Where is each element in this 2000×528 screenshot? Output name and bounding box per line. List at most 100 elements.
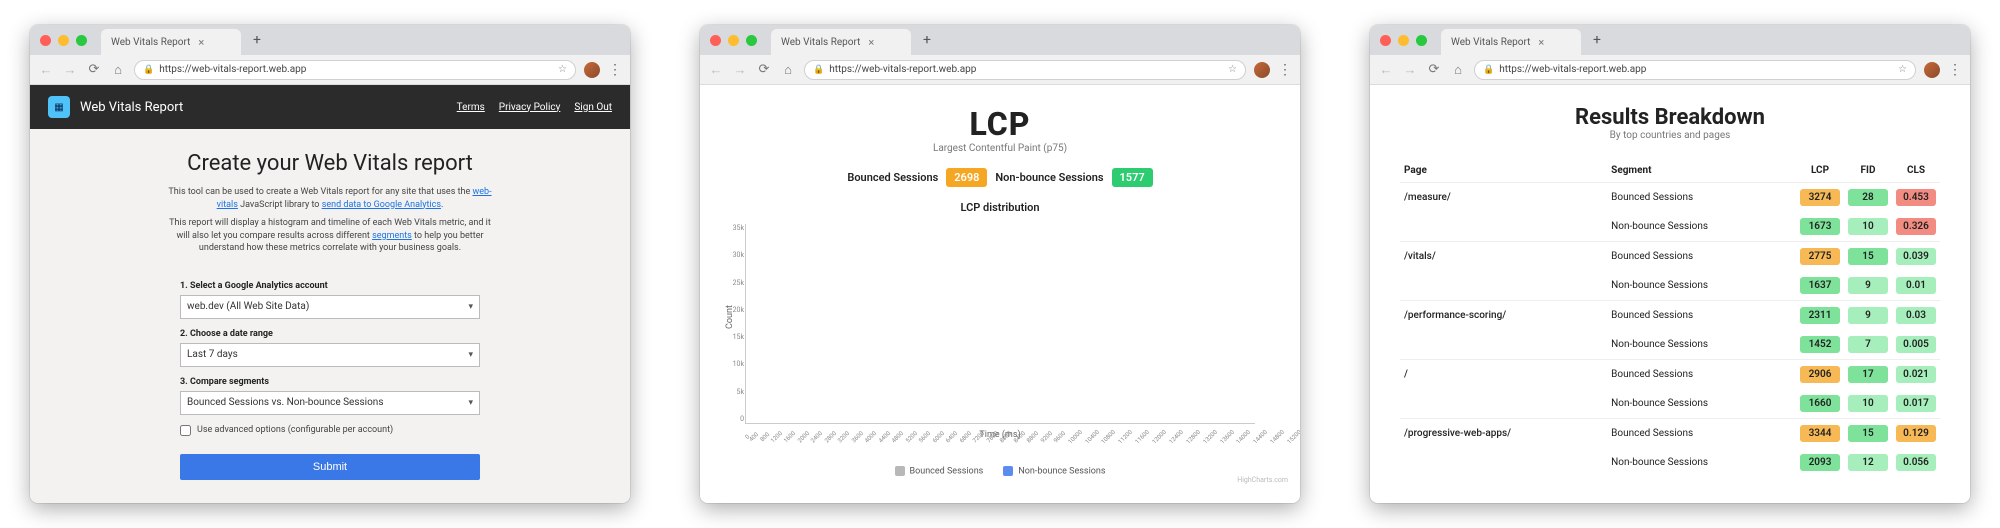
advanced-checkbox[interactable]: Use advanced options (configurable per a… bbox=[180, 425, 480, 436]
browser-tab[interactable]: Web Vitals Report × bbox=[771, 29, 911, 55]
col-page: Page bbox=[1400, 159, 1607, 183]
cell-fid: 7 bbox=[1848, 336, 1888, 353]
avatar[interactable] bbox=[584, 62, 600, 78]
segments-select[interactable]: Bounced Sessions vs. Non-bounce Sessions… bbox=[180, 391, 480, 415]
cell-cls: 0.021 bbox=[1896, 366, 1936, 383]
back-icon[interactable]: ← bbox=[1378, 62, 1394, 78]
traffic-lights[interactable] bbox=[710, 35, 757, 46]
cell-fid: 28 bbox=[1848, 189, 1888, 206]
link-segments[interactable]: segments bbox=[372, 231, 412, 241]
advanced-checkbox-input[interactable] bbox=[180, 425, 191, 436]
window-table: Web Vitals Report × + ← → ⟳ ⌂ 🔒 https://… bbox=[1370, 25, 1970, 503]
home-icon[interactable]: ⌂ bbox=[1450, 62, 1466, 78]
close-tab-icon[interactable]: × bbox=[1538, 36, 1544, 49]
chart-credit: HighCharts.com bbox=[1237, 476, 1288, 484]
url-field[interactable]: 🔒 https://web-vitals-report.web.app ☆ bbox=[134, 60, 576, 80]
results-heading: Results Breakdown bbox=[1400, 105, 1940, 130]
browser-tab[interactable]: Web Vitals Report × bbox=[101, 29, 241, 55]
col-cls: CLS bbox=[1892, 159, 1940, 183]
reload-icon[interactable]: ⟳ bbox=[1426, 62, 1442, 77]
avatar[interactable] bbox=[1254, 62, 1270, 78]
advanced-checkbox-label: Use advanced options (configurable per a… bbox=[197, 425, 393, 435]
forward-icon[interactable]: → bbox=[62, 62, 78, 78]
max-window-icon[interactable] bbox=[746, 35, 757, 46]
seg-a-value: 2698 bbox=[946, 168, 987, 187]
table-header-row: Page Segment LCP FID CLS bbox=[1400, 159, 1940, 183]
table-row: Non-bounce Sessions1673100.326 bbox=[1400, 212, 1940, 242]
link-signout[interactable]: Sign Out bbox=[574, 102, 612, 113]
cell-cls: 0.01 bbox=[1896, 277, 1936, 294]
bookmark-icon[interactable]: ☆ bbox=[1898, 64, 1907, 75]
back-icon[interactable]: ← bbox=[38, 62, 54, 78]
link-terms[interactable]: Terms bbox=[457, 102, 485, 113]
cell-lcp: 2906 bbox=[1800, 366, 1840, 383]
max-window-icon[interactable] bbox=[1416, 35, 1427, 46]
app-title: Web Vitals Report bbox=[80, 100, 183, 115]
cell-cls: 0.017 bbox=[1896, 395, 1936, 412]
table-row: Non-bounce Sessions163790.01 bbox=[1400, 271, 1940, 301]
results-area: Results Breakdown By top countries and p… bbox=[1370, 85, 1970, 503]
step1-label: 1. Select a Google Analytics account bbox=[180, 281, 480, 291]
cell-lcp: 1673 bbox=[1800, 218, 1840, 235]
link-privacy[interactable]: Privacy Policy bbox=[499, 102, 561, 113]
max-window-icon[interactable] bbox=[76, 35, 87, 46]
menu-icon[interactable]: ⋮ bbox=[1278, 62, 1292, 78]
forward-icon[interactable]: → bbox=[732, 62, 748, 78]
cell-fid: 17 bbox=[1848, 366, 1888, 383]
min-window-icon[interactable] bbox=[1398, 35, 1409, 46]
report-form: 1. Select a Google Analytics account web… bbox=[180, 271, 480, 480]
cell-lcp: 2311 bbox=[1800, 307, 1840, 324]
min-window-icon[interactable] bbox=[58, 35, 69, 46]
chevron-down-icon: ▾ bbox=[468, 302, 473, 312]
chart-legend: Bounced Sessions Non-bounce Sessions bbox=[895, 466, 1106, 476]
form-area: Create your Web Vitals report This tool … bbox=[30, 129, 630, 503]
browser-tab[interactable]: Web Vitals Report × bbox=[1441, 29, 1581, 55]
cell-page: /progressive-web-apps/ bbox=[1400, 419, 1607, 449]
submit-button[interactable]: Submit bbox=[180, 454, 480, 480]
bookmark-icon[interactable]: ☆ bbox=[1228, 64, 1237, 75]
traffic-lights[interactable] bbox=[1380, 35, 1427, 46]
url-field[interactable]: 🔒 https://web-vitals-report.web.app ☆ bbox=[804, 60, 1246, 80]
new-tab-button[interactable]: + bbox=[247, 30, 267, 50]
menu-icon[interactable]: ⋮ bbox=[1948, 62, 1962, 78]
new-tab-button[interactable]: + bbox=[917, 30, 937, 50]
url-field[interactable]: 🔒 https://web-vitals-report.web.app ☆ bbox=[1474, 60, 1916, 80]
avatar[interactable] bbox=[1924, 62, 1940, 78]
daterange-select[interactable]: Last 7 days ▾ bbox=[180, 343, 480, 367]
chart-bars bbox=[746, 224, 1255, 423]
results-subtitle: By top countries and pages bbox=[1400, 130, 1940, 141]
lcp-histogram: Count 35k30k25k20k15k10k5k0 040080012001… bbox=[745, 224, 1255, 424]
cell-cls: 0.453 bbox=[1896, 189, 1936, 206]
table-row: /measure/Bounced Sessions3274280.453 bbox=[1400, 183, 1940, 213]
close-window-icon[interactable] bbox=[710, 35, 721, 46]
close-window-icon[interactable] bbox=[40, 35, 51, 46]
close-window-icon[interactable] bbox=[1380, 35, 1391, 46]
menu-icon[interactable]: ⋮ bbox=[608, 62, 622, 78]
cell-cls: 0.03 bbox=[1896, 307, 1936, 324]
traffic-lights[interactable] bbox=[40, 35, 87, 46]
new-tab-button[interactable]: + bbox=[1587, 30, 1607, 50]
cell-segment: Bounced Sessions bbox=[1607, 360, 1796, 390]
tab-title: Web Vitals Report bbox=[1451, 37, 1530, 48]
close-tab-icon[interactable]: × bbox=[868, 36, 874, 49]
forward-icon[interactable]: → bbox=[1402, 62, 1418, 78]
legend-swatch-icon bbox=[895, 466, 905, 476]
account-select[interactable]: web.dev (All Web Site Data) ▾ bbox=[180, 295, 480, 319]
min-window-icon[interactable] bbox=[728, 35, 739, 46]
cell-page: /vitals/ bbox=[1400, 242, 1607, 272]
reload-icon[interactable]: ⟳ bbox=[86, 62, 102, 77]
col-segment: Segment bbox=[1607, 159, 1796, 183]
cell-lcp: 2093 bbox=[1800, 454, 1840, 471]
cell-page: / bbox=[1400, 360, 1607, 390]
bookmark-icon[interactable]: ☆ bbox=[558, 64, 567, 75]
home-icon[interactable]: ⌂ bbox=[780, 62, 796, 78]
reload-icon[interactable]: ⟳ bbox=[756, 62, 772, 77]
cell-segment: Non-bounce Sessions bbox=[1607, 212, 1796, 242]
link-send-ga[interactable]: send data to Google Analytics bbox=[322, 200, 441, 210]
back-icon[interactable]: ← bbox=[708, 62, 724, 78]
close-tab-icon[interactable]: × bbox=[198, 36, 204, 49]
home-icon[interactable]: ⌂ bbox=[110, 62, 126, 78]
browser-toolbar: ← → ⟳ ⌂ 🔒 https://web-vitals-report.web.… bbox=[30, 55, 630, 85]
cell-page: /performance-scoring/ bbox=[1400, 301, 1607, 331]
cell-fid: 15 bbox=[1848, 248, 1888, 265]
